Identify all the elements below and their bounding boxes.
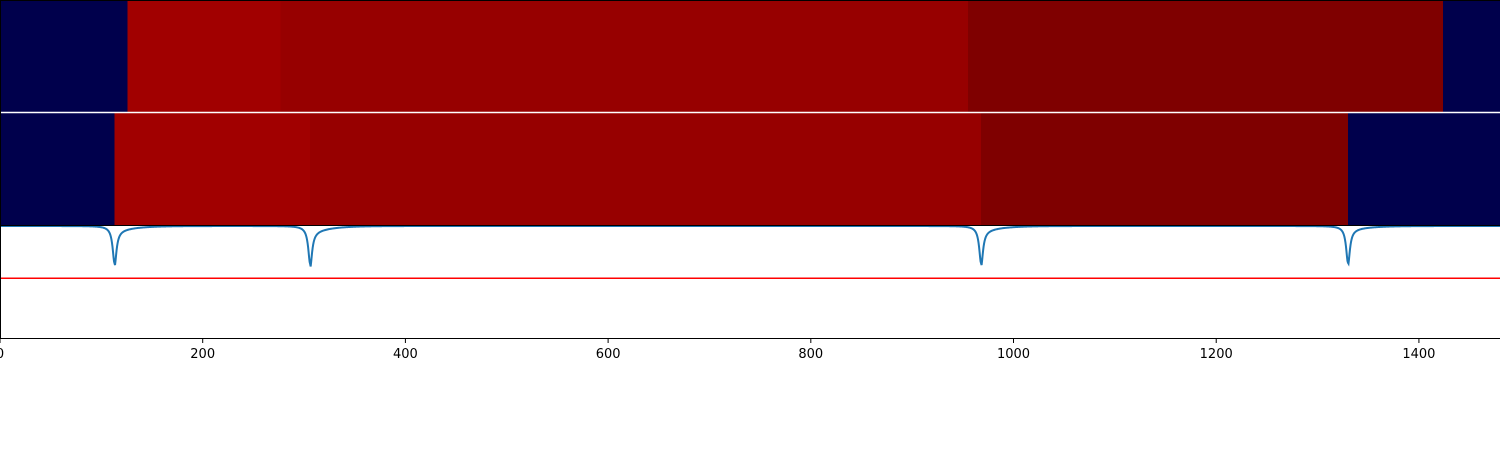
x-tick-label: 0 — [0, 347, 4, 362]
x-tick-label: 200 — [190, 347, 215, 362]
x-tick-label: 800 — [798, 347, 823, 362]
heatmap-segment — [280, 0, 968, 112]
heatmap-panel — [0, 0, 1500, 225]
signal-background — [0, 226, 1500, 338]
heatmap-segment — [981, 113, 1348, 225]
x-tick-label: 600 — [596, 347, 621, 362]
x-tick-label: 400 — [393, 347, 418, 362]
heatmap-row-2 — [0, 113, 1500, 225]
heatmap-row-1 — [0, 0, 1500, 112]
heatmap-segment — [1347, 113, 1500, 225]
heatmap-segment — [114, 113, 311, 225]
x-tick-label: 1200 — [1200, 347, 1233, 362]
heatmap-segment — [310, 113, 982, 225]
heatmap-segment — [967, 0, 1444, 112]
figure: 0 200 400 600 800 1000 1200 1400 — [0, 0, 1500, 450]
x-tick-label: 1000 — [997, 347, 1030, 362]
heatmap-segment — [1443, 0, 1500, 112]
x-tick-label: 1400 — [1402, 347, 1435, 362]
heatmap-segment — [0, 113, 115, 225]
x-axis: 0 200 400 600 800 1000 1200 1400 — [0, 338, 1500, 362]
chart-svg: 0 200 400 600 800 1000 1200 1400 — [0, 0, 1500, 362]
heatmap-segment — [127, 0, 281, 112]
heatmap-segment — [0, 0, 128, 112]
